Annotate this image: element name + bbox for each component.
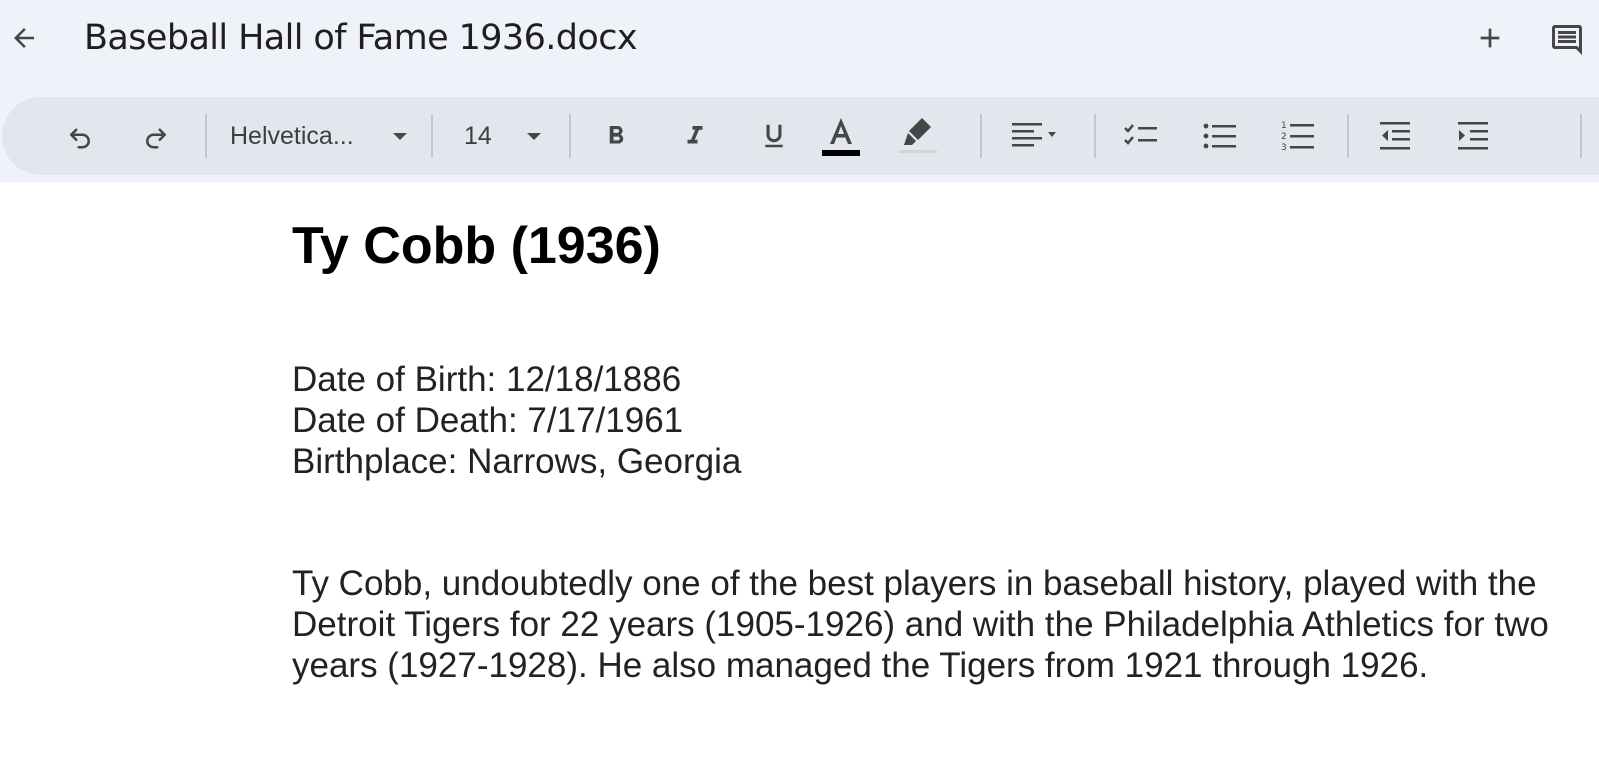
toolbar-divider — [1094, 114, 1096, 158]
arrow-back-icon — [14, 28, 34, 48]
text-color-icon — [822, 118, 860, 156]
back-button[interactable] — [6, 20, 42, 56]
plus-icon — [1480, 28, 1500, 48]
highlight-icon — [899, 118, 937, 153]
checklist-icon — [1124, 124, 1157, 145]
birth-date-line: Date of Birth: 12/18/1886 — [292, 360, 682, 399]
italic-button[interactable] — [673, 97, 717, 175]
caret-down-icon — [527, 133, 541, 140]
birthplace-line: Birthplace: Narrows, Georgia — [292, 442, 742, 481]
toolbar-divider — [980, 114, 982, 158]
comments-button[interactable] — [1547, 20, 1587, 60]
undo-icon — [70, 128, 90, 149]
font-family-select[interactable]: Helvetica... — [230, 97, 410, 175]
comment-icon — [1552, 25, 1582, 55]
add-button[interactable] — [1472, 20, 1508, 56]
increase-indent-icon — [1458, 122, 1488, 150]
toolbar-divider — [1347, 114, 1349, 158]
align-left-icon — [1012, 123, 1056, 147]
redo-icon — [146, 128, 166, 149]
bulleted-list-icon — [1203, 123, 1236, 149]
underline-button[interactable] — [752, 97, 796, 175]
document-title[interactable]: Baseball Hall of Fame 1936.docx — [84, 14, 638, 62]
svg-text:2: 2 — [1281, 132, 1287, 142]
toolbar-divider — [569, 114, 571, 158]
document-heading: Ty Cobb (1936) — [292, 217, 661, 275]
biography-paragraph: Ty Cobb, undoubtedly one of the best pla… — [292, 564, 1549, 685]
bold-button[interactable] — [594, 97, 638, 175]
decrease-indent-icon — [1380, 122, 1410, 150]
font-size-value: 14 — [464, 121, 492, 150]
numbered-list-icon: 1 2 3 — [1281, 121, 1314, 153]
undo-button[interactable] — [58, 97, 102, 175]
increase-indent-button[interactable] — [1450, 97, 1496, 175]
bulleted-list-button[interactable] — [1198, 97, 1242, 175]
caret-down-icon — [393, 133, 407, 140]
checklist-button[interactable] — [1118, 97, 1164, 175]
toolbar-divider — [205, 114, 207, 158]
svg-text:3: 3 — [1281, 143, 1287, 153]
decrease-indent-button[interactable] — [1372, 97, 1418, 175]
italic-icon — [687, 126, 703, 144]
underline-icon — [765, 124, 783, 148]
align-button[interactable] — [1006, 97, 1070, 175]
death-date-line: Date of Death: 7/17/1961 — [292, 401, 684, 440]
player-info: Date of Birth: 12/18/1886 Date of Death:… — [292, 359, 741, 482]
font-family-value: Helvetica... — [230, 121, 354, 150]
text-color-button[interactable] — [818, 97, 864, 175]
formatting-toolbar: Helvetica... 14 1 2 3 — [2, 97, 1599, 175]
numbered-list-button[interactable]: 1 2 3 — [1276, 97, 1320, 175]
bold-icon — [609, 126, 624, 144]
font-size-select[interactable]: 14 — [464, 97, 544, 175]
toolbar-divider — [431, 114, 433, 158]
svg-text:1: 1 — [1281, 121, 1287, 131]
redo-button[interactable] — [134, 97, 178, 175]
highlight-color-button[interactable] — [895, 97, 941, 175]
toolbar-divider — [1580, 114, 1582, 158]
